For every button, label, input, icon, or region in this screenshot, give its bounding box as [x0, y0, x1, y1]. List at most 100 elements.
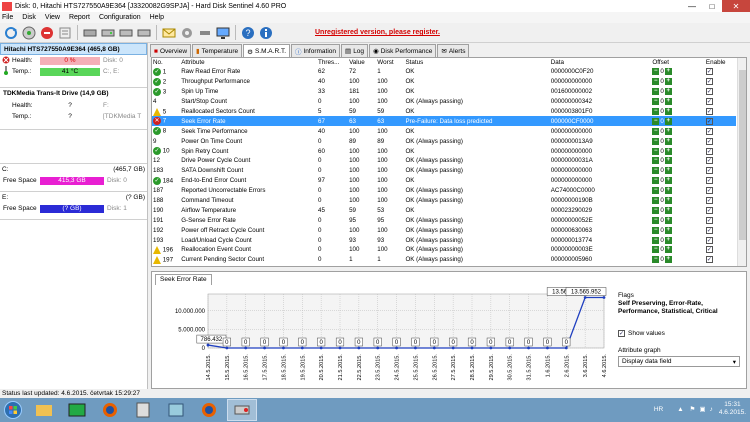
plus-button[interactable]: + — [664, 226, 672, 234]
plus-button[interactable]: + — [664, 236, 672, 244]
help-button[interactable]: ? — [239, 24, 256, 41]
plus-button[interactable]: + — [664, 147, 672, 155]
clock[interactable]: 15:31 4.6.2015. — [719, 401, 746, 417]
col-attribute[interactable]: Attribute — [180, 58, 317, 67]
minus-button[interactable]: − — [652, 246, 660, 254]
tab-overview[interactable]: ■ Overview — [150, 44, 192, 57]
start-button[interactable] — [0, 399, 26, 421]
table-row[interactable]: 197 Current Pending Sector Count 0 1 1 OK (Al… — [152, 255, 736, 265]
table-row[interactable]: 187 Reported Uncorrectable Errors 0 100 100 O… — [152, 186, 736, 196]
display-button[interactable] — [214, 24, 231, 41]
scrollbar-thumb[interactable] — [739, 70, 746, 240]
minus-button[interactable]: − — [652, 98, 660, 106]
col-data[interactable]: Data — [550, 58, 652, 67]
alert-button[interactable] — [38, 24, 55, 41]
table-row[interactable]: ✓ 10 Spin Retry Count 60 100 100 OK 0000000000… — [152, 146, 736, 156]
tab-temperature[interactable]: ▮ Temperature — [192, 44, 243, 57]
refresh-button[interactable] — [2, 24, 19, 41]
col-no[interactable]: No. — [152, 58, 180, 67]
preferences-button[interactable] — [178, 24, 195, 41]
plus-button[interactable]: + — [664, 177, 672, 185]
table-row[interactable]: 183 SATA Downshift Count 0 100 100 OK (Always… — [152, 166, 736, 176]
enable-checkbox[interactable]: ✓ — [705, 108, 713, 115]
tab-smart[interactable]: ⚙ S.M.A.R.T. — [243, 44, 290, 58]
taskbar-explorer[interactable] — [29, 399, 59, 421]
minus-button[interactable]: − — [652, 197, 660, 205]
table-row[interactable]: 190 Airflow Temperature 45 59 53 OK 0000232900… — [152, 205, 736, 215]
tray-monitor-icon[interactable]: ▣ — [699, 405, 705, 413]
tray-flag-icon[interactable]: ⚑ — [690, 405, 696, 413]
minus-button[interactable]: − — [652, 78, 660, 86]
tab-log[interactable]: ▤ Log — [341, 44, 369, 57]
plus-button[interactable]: + — [664, 206, 672, 214]
table-row[interactable]: 5 Reallocated Sectors Count 5 59 59 OK 0000003… — [152, 107, 736, 117]
taskbar-firefox-2[interactable] — [194, 399, 224, 421]
minus-button[interactable]: − — [652, 167, 660, 175]
plus-button[interactable]: + — [664, 127, 672, 135]
taskbar-app-2[interactable] — [62, 399, 92, 421]
attribute-graph-select[interactable]: Display data field ▾ — [618, 356, 740, 367]
table-row[interactable]: 188 Command Timeout 0 100 100 OK (Always pass… — [152, 196, 736, 206]
enable-checkbox[interactable]: ✓ — [705, 177, 713, 185]
language-indicator[interactable]: HR — [654, 406, 663, 413]
plus-button[interactable]: + — [664, 246, 672, 254]
minus-button[interactable]: − — [652, 206, 660, 214]
minus-button[interactable]: − — [652, 177, 660, 185]
enable-checkbox[interactable]: ✓ — [705, 167, 713, 175]
menu-configuration[interactable]: Configuration — [99, 14, 141, 21]
enable-checkbox[interactable]: ✓ — [705, 236, 713, 244]
tab-information[interactable]: ⓘ Information — [291, 44, 341, 57]
minus-button[interactable]: − — [652, 88, 660, 96]
plus-button[interactable]: + — [664, 98, 672, 106]
menu-disk[interactable]: Disk — [22, 14, 36, 21]
disk-surface-button[interactable] — [117, 24, 134, 41]
enable-checkbox[interactable]: ✓ — [705, 197, 713, 205]
tab-alerts[interactable]: ✉ Alerts — [437, 44, 470, 57]
disk-repair-button[interactable] — [135, 24, 152, 41]
col-worst[interactable]: Worst — [376, 58, 404, 67]
graph-tab[interactable]: Seek Error Rate — [155, 274, 212, 285]
table-row[interactable]: 193 Load/Unload Cycle Count 0 93 93 OK (Alway… — [152, 235, 736, 245]
enable-checkbox[interactable]: ✓ — [705, 117, 713, 125]
tab-disk-performance[interactable]: ◉ Disk Performance — [369, 44, 437, 57]
enable-checkbox[interactable]: ✓ — [705, 226, 713, 234]
taskbar-app-4[interactable] — [128, 399, 158, 421]
plus-button[interactable]: + — [664, 137, 672, 145]
disk-test-short-button[interactable] — [99, 24, 116, 41]
table-row[interactable]: ✓ 184 End-to-End Error Count 97 100 100 OK 000… — [152, 176, 736, 186]
menu-help[interactable]: Help — [150, 14, 164, 21]
show-values-checkbox[interactable]: ✓ — [618, 330, 625, 337]
minus-button[interactable]: − — [652, 68, 660, 76]
plus-button[interactable]: + — [664, 167, 672, 175]
enable-checkbox[interactable]: ✓ — [705, 137, 713, 145]
col-threshold[interactable]: Thres... — [317, 58, 348, 67]
plus-button[interactable]: + — [664, 187, 672, 195]
minus-button[interactable]: − — [652, 117, 660, 125]
menu-report[interactable]: Report — [69, 14, 90, 21]
table-row[interactable]: ✕ 7 Seek Error Rate 67 63 63 Pre-Failure: Dat… — [152, 116, 736, 127]
plus-button[interactable]: + — [664, 117, 672, 125]
minus-button[interactable]: − — [652, 137, 660, 145]
plus-button[interactable]: + — [664, 197, 672, 205]
enable-checkbox[interactable]: ✓ — [705, 88, 713, 96]
table-row[interactable]: 9 Power On Time Count 0 89 89 OK (Always pass… — [152, 136, 736, 146]
about-button[interactable] — [257, 24, 274, 41]
menu-file[interactable]: File — [2, 14, 13, 21]
minus-button[interactable]: − — [652, 127, 660, 135]
plus-button[interactable]: + — [664, 256, 672, 264]
tray-chevron-icon[interactable]: ▲ — [677, 406, 683, 413]
taskbar-firefox[interactable] — [95, 399, 125, 421]
plus-button[interactable]: + — [664, 78, 672, 86]
enable-checkbox[interactable]: ✓ — [705, 127, 713, 135]
enable-checkbox[interactable]: ✓ — [705, 78, 713, 86]
enable-checkbox[interactable]: ✓ — [705, 147, 713, 155]
table-row[interactable]: 192 Power off Retract Cycle Count 0 100 100 O… — [152, 225, 736, 235]
enable-checkbox[interactable]: ✓ — [705, 98, 713, 106]
minus-button[interactable]: − — [652, 108, 660, 115]
minus-button[interactable]: − — [652, 236, 660, 244]
minus-button[interactable]: − — [652, 256, 660, 264]
col-enable[interactable]: Enable — [705, 58, 736, 67]
enable-checkbox[interactable]: ✓ — [705, 246, 713, 254]
report-button[interactable] — [56, 24, 73, 41]
table-row[interactable]: ✓ 2 Throughput Performance 40 100 100 OK 00000… — [152, 77, 736, 87]
